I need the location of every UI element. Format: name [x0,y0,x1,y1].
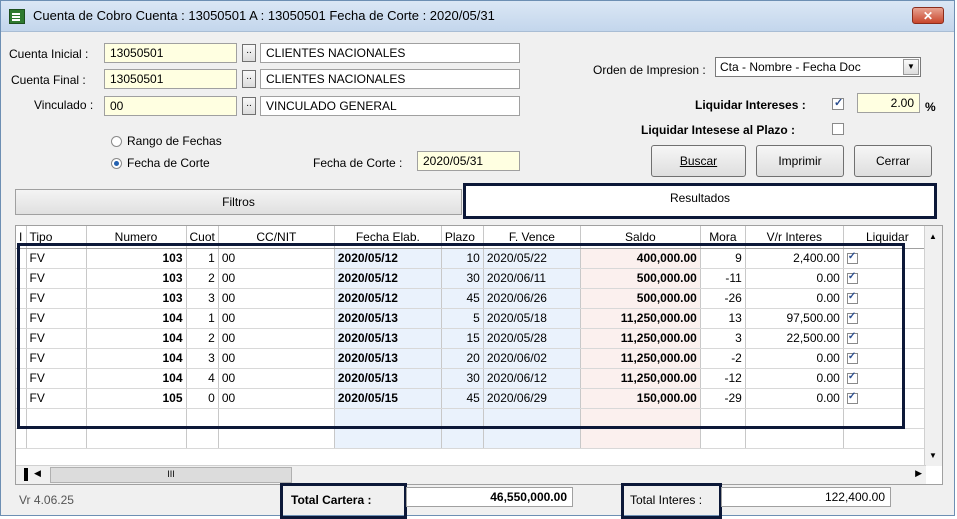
horizontal-scroll-thumb[interactable]: III [50,467,292,483]
empty-cell [186,428,219,449]
cuenta-final-name-field: CLIENTES NACIONALES [260,69,520,89]
empty-cell [843,428,932,449]
scroll-right-icon[interactable]: ▶ [915,468,922,479]
fecha-corte-radio-label: Fecha de Corte [127,156,210,170]
window-title: Cuenta de Cobro Cuenta : 13050501 A : 13… [33,8,495,23]
empty-cell [441,428,484,449]
vinculado-label: Vinculado : [34,98,94,112]
empty-cell [580,428,701,449]
version-label: Vr 4.06.25 [19,493,74,507]
interest-rate-input[interactable]: 2.00 [857,93,920,113]
chevron-down-icon[interactable]: ▼ [903,59,919,75]
orden-impresion-select[interactable]: Cta - Nombre - Fecha Doc ▼ [715,57,921,77]
scroll-left-icon[interactable]: ◀ [34,468,41,479]
grid-vertical-scrollbar[interactable]: ▲ ▼ [924,226,942,466]
orden-impresion-value: Cta - Nombre - Fecha Doc [720,60,861,74]
rango-fechas-radio[interactable] [111,136,122,147]
empty-cell [334,428,442,449]
empty-cell [16,428,27,449]
liquidar-intereses-label: Liquidar Intereses : [695,98,806,112]
empty-row [16,428,932,449]
close-window-button[interactable]: ✕ [912,7,944,24]
cuenta-inicial-name-field: CLIENTES NACIONALES [260,43,520,63]
orden-impresion-label: Orden de Impresion : [593,63,706,77]
empty-cell [218,428,335,449]
empty-cell [86,428,187,449]
liquidar-plazo-checkbox[interactable] [832,123,844,135]
scroll-left-stop-icon [24,468,28,481]
cuenta-inicial-lookup-button[interactable]: .. [242,44,256,62]
scroll-up-icon[interactable]: ▲ [929,232,937,241]
cuenta-final-lookup-button[interactable]: .. [242,70,256,88]
resultados-tab-highlight [463,183,937,219]
rango-fechas-label: Rango de Fechas [127,134,222,148]
cuenta-de-cobro-window: Cuenta de Cobro Cuenta : 13050501 A : 13… [0,0,955,519]
cerrar-button[interactable]: Cerrar [854,145,932,177]
tab-filtros[interactable]: Filtros [15,189,462,215]
app-icon [9,9,25,24]
fecha-corte-input[interactable]: 2020/05/31 [417,151,520,171]
cuenta-final-input[interactable]: 13050501 [104,69,237,89]
cuenta-inicial-input[interactable]: 13050501 [104,43,237,63]
percent-label: % [925,100,936,114]
empty-cell [483,428,581,449]
title-bar: Cuenta de Cobro Cuenta : 13050501 A : 13… [1,1,954,32]
total-interes-value: 122,400.00 [721,487,891,507]
total-cartera-label: Total Cartera : [291,493,372,507]
scroll-down-icon[interactable]: ▼ [929,451,937,460]
liquidar-intereses-checkbox[interactable] [832,96,844,110]
imprimir-button[interactable]: Imprimir [756,145,844,177]
vinculado-name-field: VINCULADO GENERAL [260,96,520,116]
fecha-corte-label: Fecha de Corte : [313,156,403,170]
grid-horizontal-scrollbar[interactable]: ◀ III ▶ [16,465,926,484]
vinculado-input[interactable]: 00 [104,96,237,116]
cuenta-inicial-label: Cuenta Inicial : [9,47,89,61]
buscar-button[interactable]: Buscar [651,145,746,177]
vinculado-lookup-button[interactable]: .. [242,97,256,115]
liquidar-plazo-label: Liquidar Intesese al Plazo : [641,123,796,137]
empty-cell [700,428,746,449]
fecha-corte-radio[interactable] [111,158,122,169]
total-cartera-value: 46,550,000.00 [406,487,573,507]
total-interes-label: Total Interes : [630,493,703,507]
cuenta-final-label: Cuenta Final : [11,73,86,87]
empty-cell [745,428,844,449]
rows-highlight [17,243,905,429]
empty-cell [26,428,87,449]
